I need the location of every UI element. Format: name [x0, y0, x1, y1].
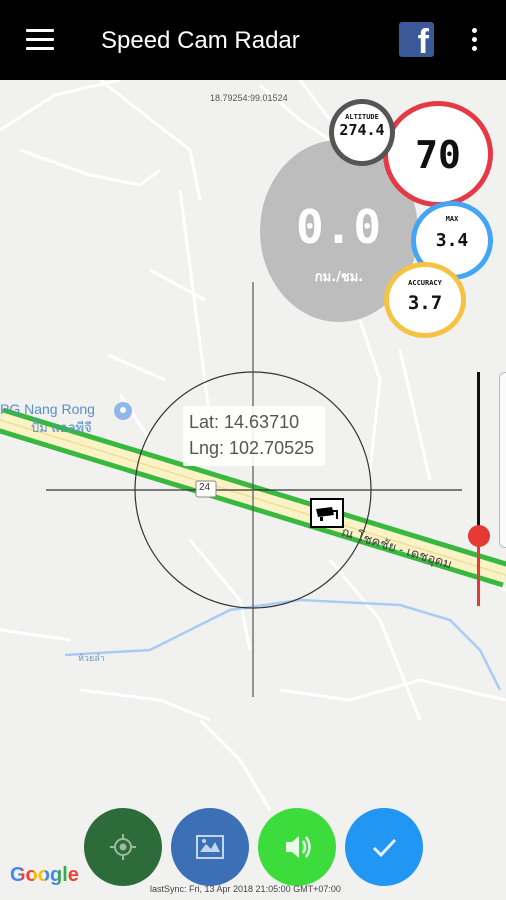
zoom-slider-thumb[interactable] [468, 525, 490, 547]
longitude-text: Lng: 102.70525 [189, 438, 315, 458]
latitude-text: Lat: 14.63710 [189, 412, 300, 432]
accuracy-label: ACCURACY [408, 279, 442, 287]
altitude-gauge: ALTITUDE 274.4 [329, 99, 395, 166]
hamburger-menu-icon[interactable] [26, 29, 54, 51]
map-type-button[interactable] [171, 808, 249, 886]
max-speed-label: MAX [445, 215, 459, 223]
zoom-slider-fill [477, 537, 480, 606]
place-name[interactable]: PG Nang Rong [0, 401, 95, 417]
max-speed-value: 3.4 [435, 230, 469, 251]
altitude-value: 274.4 [339, 121, 385, 139]
speed-camera-icon[interactable] [310, 498, 344, 528]
map-layers-icon [196, 835, 224, 859]
top-coordinate-label: 18.79254:99.01524 [210, 93, 288, 103]
speed-limit-gauge: 70 [383, 101, 493, 207]
accuracy-gauge: ACCURACY 3.7 [384, 262, 466, 338]
checkmark-icon [372, 838, 397, 858]
google-logo-text: Google [10, 864, 79, 886]
place-pin-dot [120, 407, 126, 413]
sound-button[interactable] [258, 808, 336, 886]
lat-lng-box: Lat: 14.63710 Lng: 102.70525 [183, 406, 325, 466]
altitude-label: ALTITUDE [345, 113, 379, 121]
side-drawer-handle[interactable] [499, 372, 506, 548]
accuracy-value: 3.7 [407, 292, 443, 314]
place-name-thai: ปั๊ม แอลพีจี [31, 420, 92, 435]
speed-limit-value: 70 [415, 133, 461, 177]
confirm-button[interactable] [345, 808, 423, 886]
speed-value: 0.0 [295, 200, 383, 254]
facebook-icon[interactable]: f [399, 22, 434, 61]
locate-button[interactable] [84, 808, 162, 886]
app-title: Speed Cam Radar [101, 27, 300, 54]
road-number-shield: 24 [199, 482, 211, 493]
more-vert-icon[interactable] [467, 28, 481, 52]
speaker-volume-icon [286, 836, 311, 858]
facebook-glyph: f [417, 23, 429, 61]
place-pin-icon[interactable] [114, 402, 132, 420]
last-sync-text: lastSync: Fri, 13 Apr 2018 21:05:00 GMT+… [150, 884, 341, 894]
app-bar: Speed Cam Radar f [0, 0, 506, 80]
gps-crosshair-icon [110, 834, 136, 860]
camera-glyph [316, 507, 338, 521]
river-label: ห้วยลำ [78, 653, 105, 663]
google-logo: Google [10, 864, 79, 887]
